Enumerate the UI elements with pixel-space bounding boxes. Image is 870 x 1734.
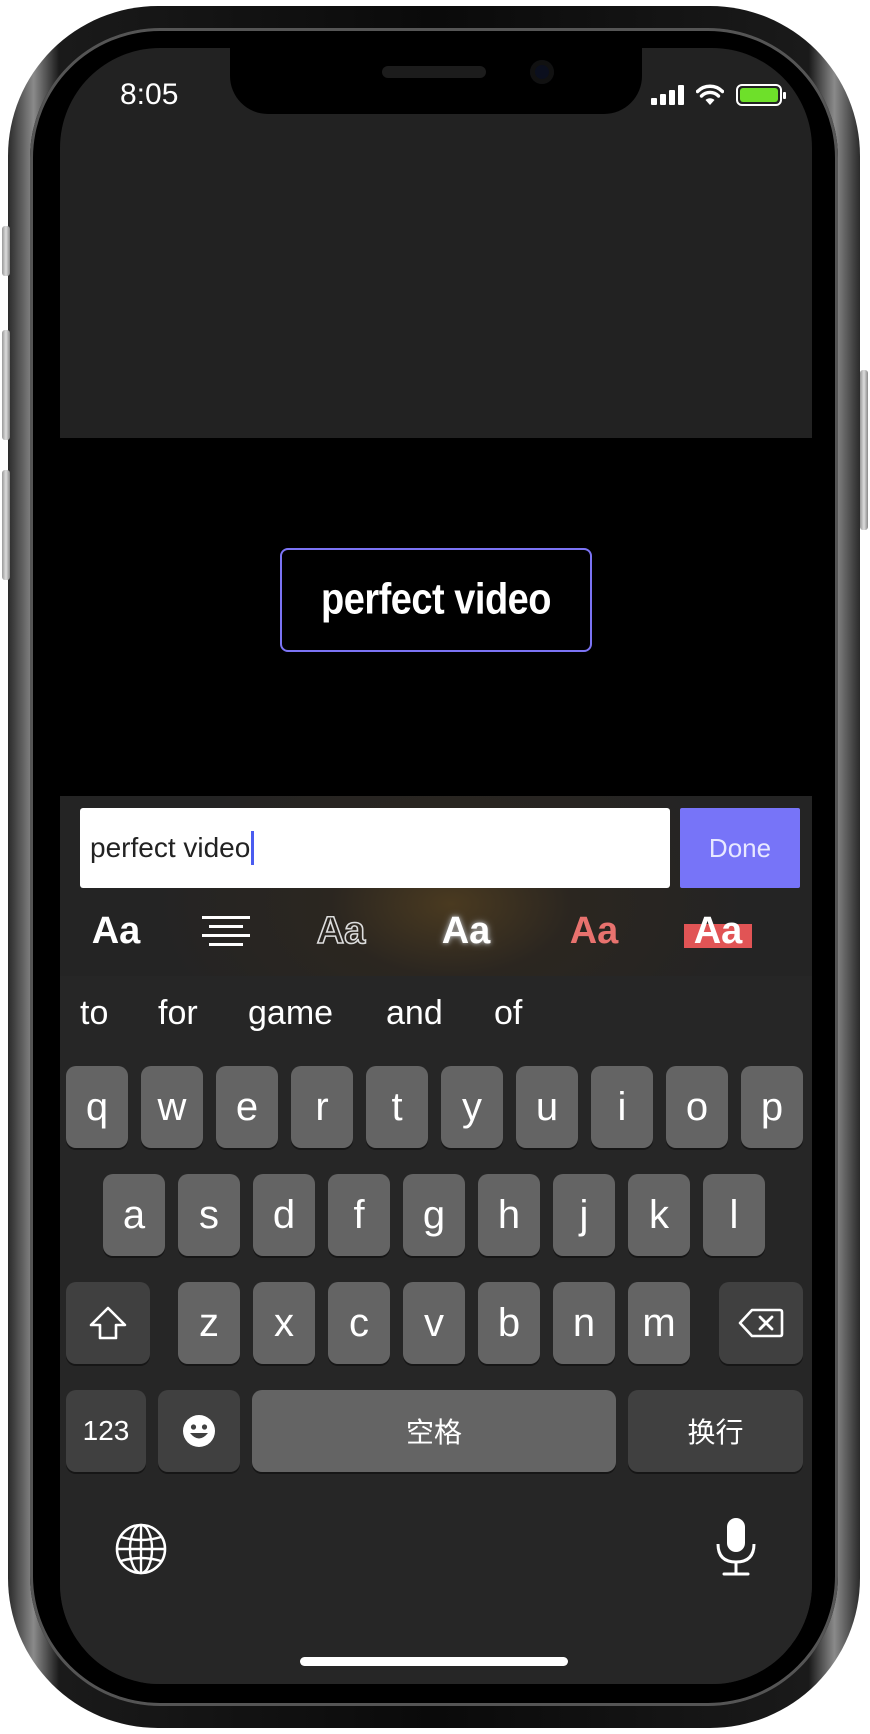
style-background-option[interactable]: Aa bbox=[672, 896, 764, 966]
key-f[interactable]: f bbox=[328, 1174, 390, 1256]
power-button bbox=[860, 370, 868, 530]
delete-key[interactable] bbox=[719, 1282, 803, 1364]
status-time: 8:05 bbox=[120, 78, 179, 111]
emoji-icon bbox=[183, 1415, 215, 1447]
phone-screen: 8:05 perfect video perfect video Done Aa bbox=[60, 48, 812, 1684]
done-button[interactable]: Done bbox=[680, 808, 800, 888]
front-camera bbox=[530, 60, 554, 84]
volume-up-button bbox=[2, 330, 10, 440]
key-a[interactable]: a bbox=[103, 1174, 165, 1256]
style-red-option[interactable]: Aa bbox=[548, 896, 640, 966]
key-d[interactable]: d bbox=[253, 1174, 315, 1256]
microphone-icon bbox=[716, 1518, 756, 1576]
signal-icon bbox=[651, 85, 684, 105]
home-indicator[interactable] bbox=[300, 1657, 568, 1666]
globe-icon bbox=[115, 1523, 167, 1575]
style-outline-option[interactable]: Aa bbox=[295, 896, 387, 966]
key-m[interactable]: m bbox=[628, 1282, 690, 1364]
key-s[interactable]: s bbox=[178, 1174, 240, 1256]
emoji-key[interactable] bbox=[158, 1390, 240, 1472]
keyboard: to for game and of q w e r t y u i o p a… bbox=[60, 976, 812, 1684]
key-q[interactable]: q bbox=[66, 1066, 128, 1148]
wifi-icon bbox=[696, 84, 724, 105]
key-u[interactable]: u bbox=[516, 1066, 578, 1148]
key-b[interactable]: b bbox=[478, 1282, 540, 1364]
key-g[interactable]: g bbox=[403, 1174, 465, 1256]
dictation-button[interactable] bbox=[714, 1516, 758, 1583]
key-w[interactable]: w bbox=[141, 1066, 203, 1148]
key-n[interactable]: n bbox=[553, 1282, 615, 1364]
text-overlay-selection[interactable]: perfect video bbox=[280, 548, 592, 652]
key-x[interactable]: x bbox=[253, 1282, 315, 1364]
key-c[interactable]: c bbox=[328, 1282, 390, 1364]
space-key[interactable]: 空格 bbox=[252, 1390, 616, 1472]
key-t[interactable]: t bbox=[366, 1066, 428, 1148]
text-style-options: Aa Aa Aa Aa Aa bbox=[60, 896, 812, 966]
battery-level bbox=[740, 88, 778, 102]
style-glow-option[interactable]: Aa bbox=[420, 896, 512, 966]
suggestion-item[interactable]: game bbox=[248, 994, 333, 1033]
return-key[interactable]: 换行 bbox=[628, 1390, 803, 1472]
delete-icon bbox=[738, 1308, 784, 1338]
align-center-icon bbox=[202, 916, 250, 946]
text-input-value: perfect video bbox=[90, 832, 251, 863]
numbers-key[interactable]: 123 bbox=[66, 1390, 146, 1472]
shift-icon bbox=[89, 1306, 127, 1340]
key-o[interactable]: o bbox=[666, 1066, 728, 1148]
suggestion-item[interactable]: to bbox=[80, 994, 108, 1033]
battery-icon bbox=[736, 84, 786, 106]
text-overlay: perfect video bbox=[320, 575, 552, 624]
text-editor-bar: perfect video Done Aa Aa Aa Aa Aa bbox=[60, 796, 812, 976]
key-p[interactable]: p bbox=[741, 1066, 803, 1148]
globe-button[interactable] bbox=[114, 1522, 168, 1581]
key-k[interactable]: k bbox=[628, 1174, 690, 1256]
key-r[interactable]: r bbox=[291, 1066, 353, 1148]
style-plain-option[interactable]: Aa bbox=[70, 896, 162, 966]
suggestion-item[interactable]: for bbox=[158, 994, 198, 1033]
key-v[interactable]: v bbox=[403, 1282, 465, 1364]
key-l[interactable]: l bbox=[703, 1174, 765, 1256]
key-j[interactable]: j bbox=[553, 1174, 615, 1256]
status-icons bbox=[651, 84, 786, 106]
video-preview[interactable]: perfect video bbox=[60, 438, 812, 796]
notch bbox=[230, 48, 642, 114]
key-z[interactable]: z bbox=[178, 1282, 240, 1364]
style-background-label: Aa bbox=[693, 909, 743, 952]
key-y[interactable]: y bbox=[441, 1066, 503, 1148]
key-e[interactable]: e bbox=[216, 1066, 278, 1148]
speaker-grille bbox=[382, 66, 486, 78]
mute-switch bbox=[2, 226, 10, 276]
suggestion-item[interactable]: and bbox=[386, 994, 443, 1033]
align-center-button[interactable] bbox=[180, 896, 272, 966]
suggestion-item[interactable]: of bbox=[494, 994, 522, 1033]
key-i[interactable]: i bbox=[591, 1066, 653, 1148]
text-input-field[interactable]: perfect video bbox=[80, 808, 670, 888]
volume-down-button bbox=[2, 470, 10, 580]
text-caret bbox=[251, 831, 255, 865]
suggestion-bar: to for game and of bbox=[60, 976, 812, 1050]
shift-key[interactable] bbox=[66, 1282, 150, 1364]
key-h[interactable]: h bbox=[478, 1174, 540, 1256]
